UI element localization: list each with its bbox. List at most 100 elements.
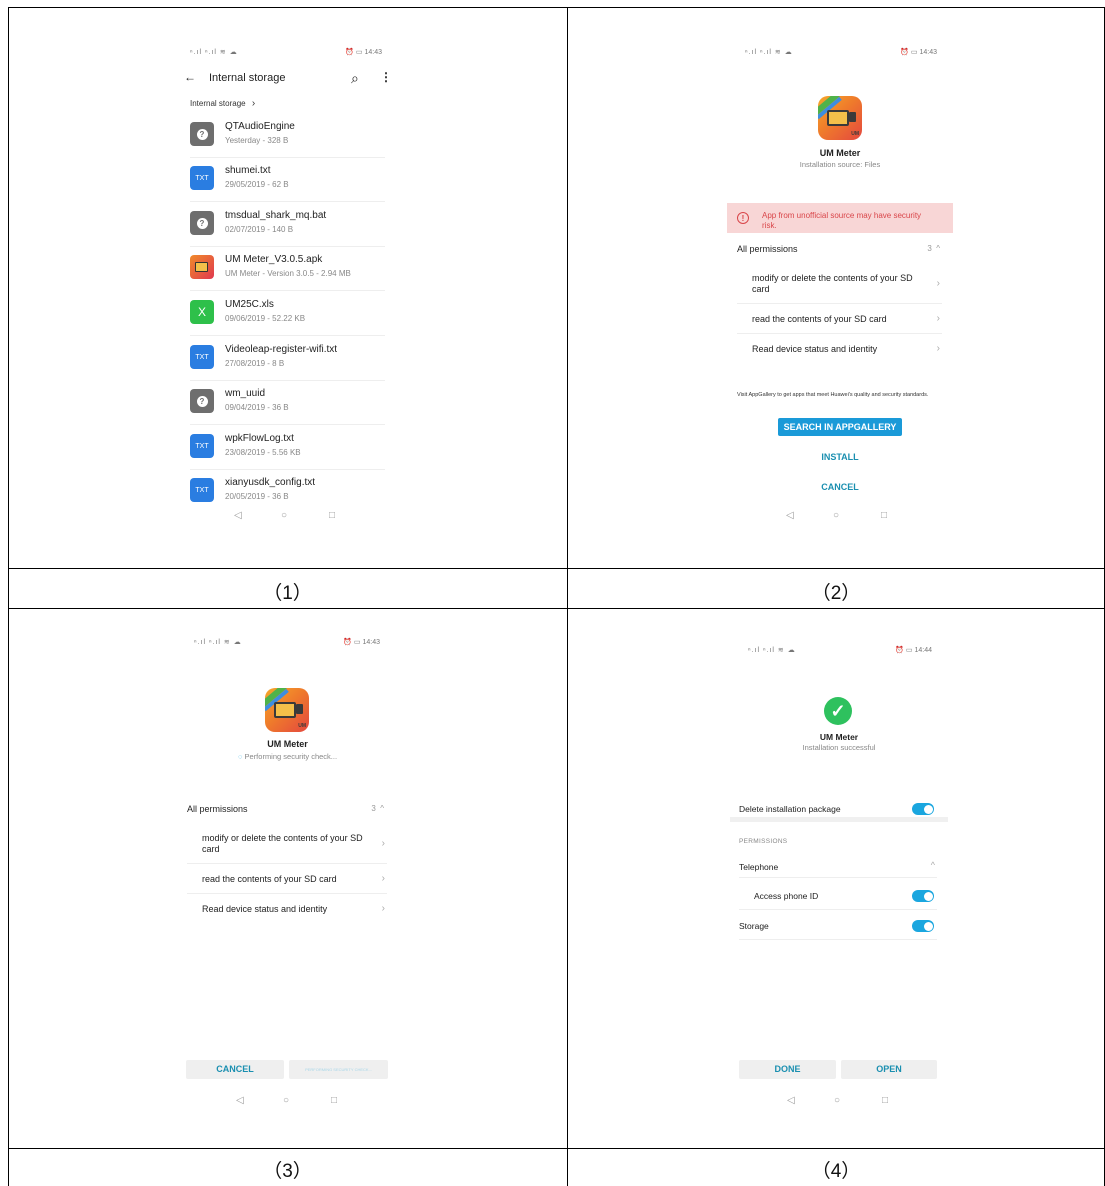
telephone-label: Telephone <box>739 862 779 872</box>
chevron-right-icon: › <box>936 343 940 354</box>
delete-package-label: Delete installation package <box>739 804 841 814</box>
file-name: xianyusdk_config.txt <box>225 477 316 488</box>
storage-toggle[interactable] <box>912 920 934 932</box>
permission-item[interactable]: Read device status and identity › <box>187 894 387 924</box>
cancel-button[interactable]: CANCEL <box>778 482 902 492</box>
list-item[interactable]: TXT xianyusdk_config.txt 20/05/2019 - 36… <box>190 470 385 514</box>
nav-home-icon[interactable]: ○ <box>281 510 287 521</box>
list-item[interactable]: ? tmsdual_shark_mq.bat 02/07/2019 - 140 … <box>190 203 385 247</box>
txt-file-icon: TXT <box>190 345 214 369</box>
permission-text: read the contents of your SD card <box>752 314 887 324</box>
permissions-header[interactable]: All permissions 3 ^ <box>187 804 384 814</box>
checkmark-success-icon: ✓ <box>824 697 852 725</box>
back-arrow-icon[interactable]: ← <box>184 70 196 84</box>
permission-text: modify or delete the contents of your SD… <box>202 833 363 854</box>
permissions-header[interactable]: All permissions 3 ^ <box>737 244 940 254</box>
file-meta: 23/08/2019 - 5.56 KB <box>225 448 301 457</box>
file-name: QTAudioEngine <box>225 121 295 132</box>
chevron-up-icon: ^ <box>930 860 935 870</box>
appgallery-notice: Visit AppGallery to get apps that meet H… <box>737 392 929 398</box>
status-time: ⏰ ▭ 14:43 <box>343 639 380 646</box>
list-item[interactable]: UM Meter_V3.0.5.apk UM Meter - Version 3… <box>190 247 385 291</box>
txt-file-icon: TXT <box>190 166 214 190</box>
list-item[interactable]: TXT shumei.txt 29/05/2019 - 62 B <box>190 158 385 202</box>
signal-icon: ⁿ.ıl ⁿ.ıl ≋ ☁ <box>745 49 793 56</box>
telephone-row[interactable]: Telephone ^ <box>739 854 937 878</box>
install-status: Installation successful <box>802 743 876 752</box>
permission-item[interactable]: modify or delete the contents of your SD… <box>187 824 387 864</box>
file-name: UM Meter_V3.0.5.apk <box>225 254 323 265</box>
permission-item[interactable]: read the contents of your SD card › <box>187 864 387 894</box>
permission-item[interactable]: Read device status and identity › <box>737 334 942 364</box>
file-meta: 20/05/2019 - 36 B <box>225 492 289 501</box>
chevron-right-icon: › <box>381 873 385 884</box>
app-name: UM Meter <box>819 148 861 158</box>
storage-row[interactable]: Storage <box>739 912 937 940</box>
unknown-file-icon: ? <box>190 122 214 146</box>
search-appgallery-button[interactable]: SEARCH IN APPGALLERY <box>778 418 902 436</box>
more-menu-icon[interactable]: ⋮ <box>380 70 392 84</box>
permission-item[interactable]: modify or delete the contents of your SD… <box>737 264 942 304</box>
security-check-status: ◌ Performing security check... <box>185 752 390 761</box>
file-name: wpkFlowLog.txt <box>225 433 294 444</box>
chevron-right-icon: › <box>381 838 385 849</box>
file-name: wm_uuid <box>225 388 266 399</box>
security-warning: ! App from unofficial source may have se… <box>727 203 953 233</box>
nav-back-icon[interactable]: ◁ <box>236 1095 244 1106</box>
nav-home-icon[interactable]: ○ <box>283 1095 289 1106</box>
breadcrumb[interactable]: Internal storage › <box>190 98 255 109</box>
permissions-label: All permissions <box>737 244 798 254</box>
nav-home-icon[interactable]: ○ <box>833 510 839 521</box>
permission-item[interactable]: read the contents of your SD card › <box>737 304 942 334</box>
signal-icon: ⁿ.ıl ⁿ.ıl ≋ ☁ <box>194 639 242 646</box>
delete-package-row[interactable]: Delete installation package <box>730 792 948 822</box>
panel-file-manager: ⁿ.ıl ⁿ.ıl ≋ ☁ ⏰ ▭ 14:43 ← Internal stora… <box>184 48 392 528</box>
list-item[interactable]: TXT wpkFlowLog.txt 23/08/2019 - 5.56 KB <box>190 426 385 470</box>
nav-back-icon[interactable]: ◁ <box>234 510 242 521</box>
xls-file-icon: X <box>190 300 214 324</box>
delete-package-toggle[interactable] <box>912 803 934 815</box>
nav-recent-icon[interactable]: □ <box>329 510 335 521</box>
caption-3: （3） <box>263 1161 312 1182</box>
nav-bar: ◁ ○ □ <box>234 510 344 524</box>
cancel-button[interactable]: CANCEL <box>186 1060 284 1079</box>
list-item[interactable]: ? QTAudioEngine Yesterday - 328 B <box>190 114 385 158</box>
warning-text: App from unofficial source may have secu… <box>762 211 922 230</box>
status-bar: ⁿ.ıl ⁿ.ıl ≋ ☁ ⏰ ▭ 14:44 <box>748 646 932 656</box>
nav-bar: ◁ ○ □ <box>787 1095 897 1109</box>
list-item[interactable]: ? wm_uuid 09/04/2019 - 36 B <box>190 381 385 425</box>
nav-recent-icon[interactable]: □ <box>882 1095 888 1106</box>
file-meta: 09/06/2019 - 52.22 KB <box>225 314 306 323</box>
file-meta: 29/05/2019 - 62 B <box>225 180 289 189</box>
open-button[interactable]: OPEN <box>841 1060 937 1079</box>
access-phone-id-row[interactable]: Access phone ID <box>739 882 937 910</box>
signal-icon: ⁿ.ıl ⁿ.ıl ≋ ☁ <box>748 647 796 654</box>
list-item[interactable]: TXT Videoleap-register-wifi.txt 27/08/20… <box>190 337 385 381</box>
txt-file-icon: TXT <box>190 478 214 502</box>
nav-back-icon[interactable]: ◁ <box>786 510 794 521</box>
security-check-text: Performing security check... <box>244 752 338 761</box>
nav-recent-icon[interactable]: □ <box>881 510 887 521</box>
permissions-section-label: PERMISSIONS <box>739 838 788 845</box>
file-meta: 02/07/2019 - 140 B <box>225 225 294 234</box>
file-meta: 09/04/2019 - 36 B <box>225 403 289 412</box>
apk-file-icon <box>190 255 214 279</box>
done-button[interactable]: DONE <box>739 1060 836 1079</box>
nav-bar: ◁ ○ □ <box>236 1095 346 1109</box>
performing-check-button: PERFORMING SECURITY CHECK... <box>289 1060 388 1079</box>
grid-line <box>8 7 1105 8</box>
install-button[interactable]: INSTALL <box>778 452 902 462</box>
search-icon[interactable]: ⌕ <box>351 70 359 87</box>
file-name: UM25C.xls <box>225 299 274 310</box>
nav-home-icon[interactable]: ○ <box>834 1095 840 1106</box>
file-name: Videoleap-register-wifi.txt <box>225 344 338 355</box>
panel-install-success: ⁿ.ıl ⁿ.ıl ≋ ☁ ⏰ ▭ 14:44 ✓ UM Meter Insta… <box>728 638 950 1118</box>
file-meta: 27/08/2019 - 8 B <box>225 359 285 368</box>
list-item[interactable]: X UM25C.xls 09/06/2019 - 52.22 KB <box>190 292 385 336</box>
nav-recent-icon[interactable]: □ <box>331 1095 337 1106</box>
access-phone-id-toggle[interactable] <box>912 890 934 902</box>
signal-icon: ⁿ.ıl ⁿ.ıl ≋ ☁ <box>190 49 238 56</box>
permission-text: Read device status and identity <box>752 344 878 354</box>
caption-1: （1） <box>263 583 312 604</box>
nav-back-icon[interactable]: ◁ <box>787 1095 795 1106</box>
